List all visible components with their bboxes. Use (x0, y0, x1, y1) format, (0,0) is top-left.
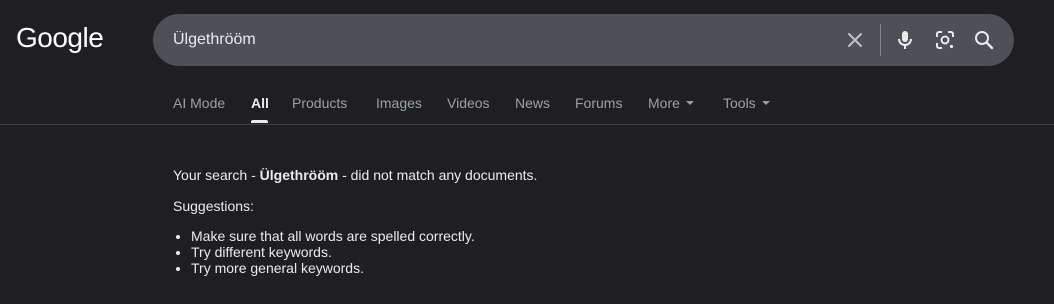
no-match-text: Your search - Ülgethrööm - did not match… (173, 166, 873, 184)
chevron-down-icon (761, 101, 770, 106)
tab-more-label: More (648, 95, 680, 111)
tab-all[interactable]: All (251, 92, 269, 114)
lens-icon[interactable] (933, 28, 957, 52)
tab-tools-label: Tools (723, 95, 756, 111)
no-match-suffix: - did not match any documents. (338, 167, 538, 183)
search-bar[interactable] (153, 14, 1014, 66)
tab-tools[interactable]: Tools (723, 92, 770, 114)
no-results-message: Your search - Ülgethrööm - did not match… (173, 166, 873, 276)
tab-news[interactable]: News (515, 92, 550, 114)
search-results-page: Google Ülgethrööm AI Mode All Products I… (0, 0, 1054, 304)
chevron-down-icon (685, 101, 694, 106)
tab-videos[interactable]: Videos (447, 92, 490, 114)
suggestions-list: Make sure that all words are spelled cor… (173, 228, 873, 276)
list-item: Try different keywords. (191, 244, 873, 260)
search-icon[interactable] (972, 28, 996, 52)
list-item: Try more general keywords. (191, 260, 873, 276)
list-item: Make sure that all words are spelled cor… (191, 228, 873, 244)
active-tab-indicator (251, 120, 268, 123)
tab-images[interactable]: Images (376, 92, 422, 114)
tab-ai-mode[interactable]: AI Mode (173, 92, 225, 114)
suggestions-title: Suggestions: (173, 198, 254, 214)
search-bar-divider (880, 24, 881, 56)
query-term: Ülgethrööm (259, 167, 339, 183)
tab-products[interactable]: Products (292, 92, 347, 114)
tab-forums[interactable]: Forums (575, 92, 622, 114)
google-logo[interactable]: Google (16, 20, 104, 56)
mic-icon[interactable] (893, 28, 917, 52)
tab-more[interactable]: More (648, 92, 694, 114)
header-divider (0, 124, 1054, 125)
close-icon[interactable] (843, 28, 867, 52)
search-input[interactable] (173, 27, 813, 53)
no-match-prefix: Your search - (173, 167, 260, 183)
